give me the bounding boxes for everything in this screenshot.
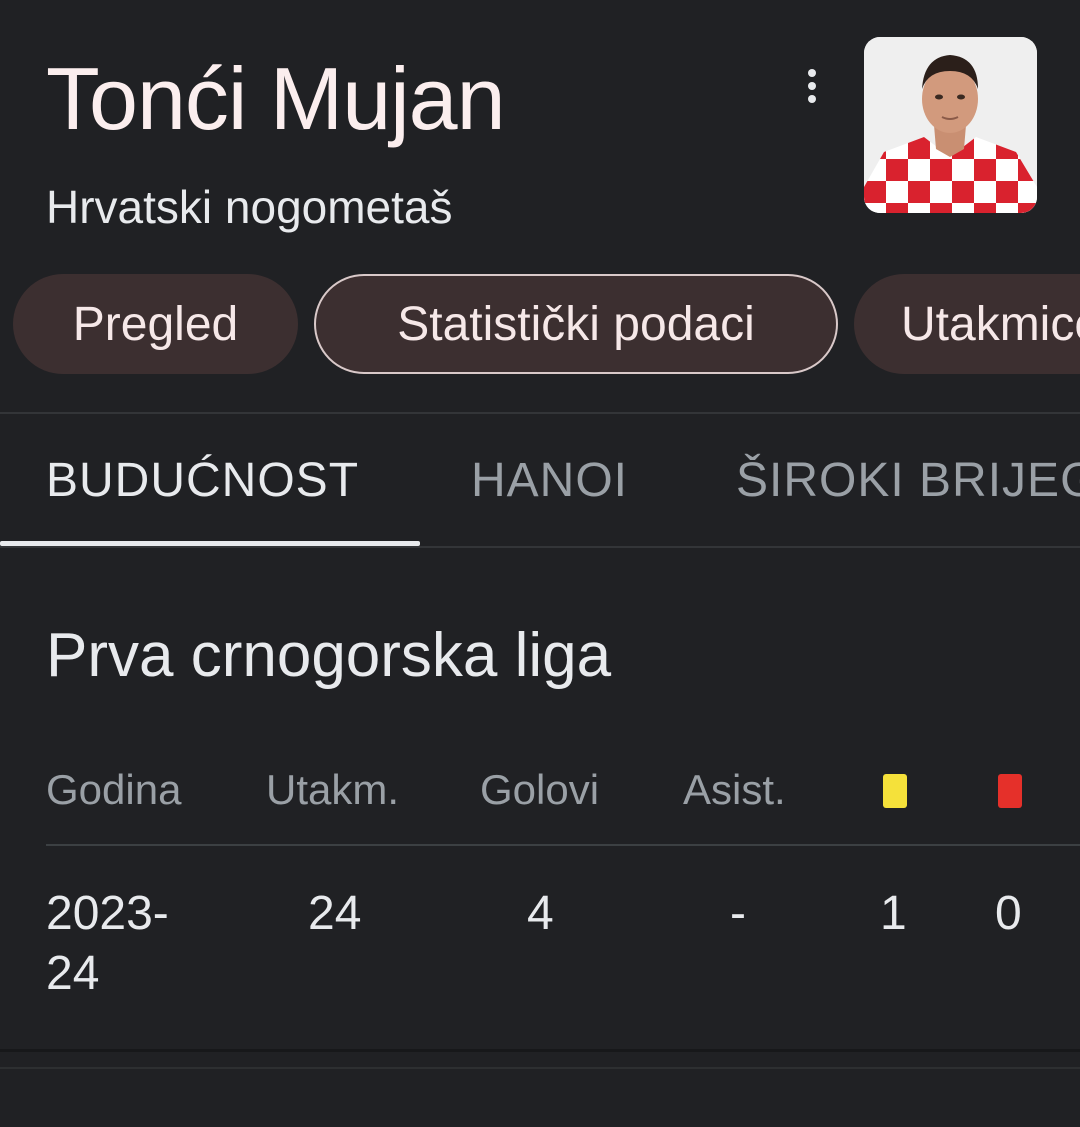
divider: [0, 412, 1080, 414]
section-divider: [0, 1049, 1080, 1052]
cell-yellow-cards: 1: [880, 887, 907, 940]
section-chips: Pregled Statistički podaci Utakmice: [0, 273, 1080, 377]
chip-overview[interactable]: Pregled: [13, 274, 298, 374]
cell-red-cards: 0: [995, 887, 1022, 940]
cell-goals: 4: [527, 887, 554, 940]
column-header-matches: Utakm.: [266, 766, 400, 813]
player-subtitle: Hrvatski nogometaš: [46, 181, 453, 233]
tab-hanoi[interactable]: HANOI: [471, 453, 628, 508]
chip-matches[interactable]: Utakmice: [854, 274, 1080, 374]
section-divider-lower: [0, 1067, 1080, 1069]
player-photo[interactable]: [864, 37, 1037, 213]
chip-statistics[interactable]: Statistički podaci: [314, 274, 838, 374]
cell-matches: 24: [308, 887, 362, 940]
cell-assists: -: [730, 887, 746, 940]
player-name: Tonći Mujan: [46, 49, 506, 148]
player-photo-image: [864, 37, 1037, 213]
tab-siroki-brijeg[interactable]: ŠIROKI BRIJEG: [736, 453, 1080, 508]
tab-buducnost[interactable]: BUDUĆNOST: [46, 453, 359, 508]
player-header: Tonći Mujan Hrvatski nogometaš: [0, 0, 1080, 260]
column-header-assists: Asist.: [683, 766, 786, 813]
cell-year: 2023-24: [46, 887, 169, 1000]
tabs-divider: [0, 546, 1080, 548]
table-header-divider: [46, 844, 1080, 846]
club-tabs: BUDUĆNOST HANOI ŠIROKI BRIJEG: [0, 415, 1080, 548]
yellow-card-icon: [883, 774, 907, 808]
red-card-icon: [998, 774, 1022, 808]
league-title: Prva crnogorska liga: [46, 621, 612, 690]
column-header-year: Godina: [46, 766, 182, 813]
column-header-goals: Golovi: [480, 766, 600, 813]
more-vert-icon[interactable]: [792, 62, 832, 110]
